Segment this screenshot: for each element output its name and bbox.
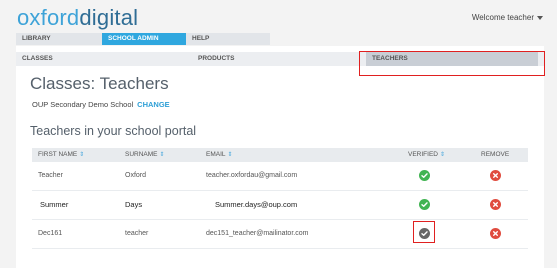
sub-tabs: CLASSES PRODUCTS TEACHERS	[16, 51, 545, 76]
page-title: Classes: Teachers	[30, 74, 169, 93]
cell-first-name: Summer	[40, 200, 69, 209]
table-row: Summer Days Summer.days@oup.com	[32, 191, 528, 220]
logo-part-oxford: oxford	[17, 5, 80, 30]
sort-icon: ⇕	[227, 152, 233, 158]
x-circle-icon[interactable]	[490, 170, 501, 181]
check-circle-icon[interactable]	[419, 228, 430, 239]
cell-surname: Days	[125, 200, 143, 209]
nav-item-school-admin[interactable]: SCHOOL ADMIN	[102, 33, 186, 45]
cell-email: teacher.oxfordau@gmail.com	[206, 172, 298, 179]
header-first-name[interactable]: FIRST NAME ⇕	[38, 148, 84, 162]
header-remove: REMOVE	[481, 151, 510, 158]
content-panel: CLASSES PRODUCTS TEACHERS Classes: Teach…	[16, 46, 545, 268]
welcome-text: Welcome teacher	[471, 13, 534, 22]
school-line: OUP Secondary Demo School CHANGE	[32, 100, 170, 109]
oxford-digital-logo[interactable]: oxforddigital	[17, 3, 138, 33]
table-header: FIRST NAME ⇕ SURNAME ⇕ EMAIL ⇕ VERIFIED ⇕ RE…	[32, 148, 528, 162]
tab-products[interactable]: PRODUCTS	[198, 52, 234, 66]
table-row: Dec161 teacher dec151_teacher@mailinator…	[32, 220, 528, 249]
cell-email: Summer.days@oup.com	[215, 200, 298, 209]
x-circle-icon[interactable]	[490, 199, 501, 210]
main-nav: LIBRARY SCHOOL ADMIN HELP	[16, 33, 270, 45]
cell-email: dec151_teacher@mailinator.com	[206, 230, 309, 237]
header-email[interactable]: EMAIL ⇕	[206, 148, 233, 162]
sort-icon: ⇕	[79, 152, 85, 158]
check-circle-icon	[419, 199, 430, 210]
check-circle-icon	[419, 170, 430, 181]
table-row: Teacher Oxford teacher.oxfordau@gmail.co…	[32, 162, 528, 191]
x-circle-icon[interactable]	[490, 228, 501, 239]
tab-classes[interactable]: CLASSES	[22, 52, 53, 66]
sort-icon: ⇕	[439, 152, 446, 158]
teachers-table: FIRST NAME ⇕ SURNAME ⇕ EMAIL ⇕ VERIFIED ⇕ RE…	[32, 148, 528, 249]
nav-item-library[interactable]: LIBRARY	[16, 33, 102, 45]
cell-first-name: Teacher	[38, 172, 63, 179]
nav-item-help[interactable]: HELP	[186, 33, 270, 45]
user-menu[interactable]: Welcome teacher	[472, 13, 543, 22]
caret-down-icon	[537, 15, 543, 20]
highlight-box-teachers-tab	[359, 51, 545, 76]
cell-first-name: Dec161	[38, 230, 63, 237]
sort-icon: ⇕	[159, 152, 165, 158]
school-name: OUP Secondary Demo School	[32, 100, 134, 109]
section-title: Teachers in your school portal	[30, 124, 197, 138]
logo-part-digital: digital	[79, 5, 139, 30]
cell-surname: Oxford	[125, 172, 147, 179]
change-school-link[interactable]: CHANGE	[137, 100, 170, 109]
header-surname[interactable]: SURNAME ⇕	[125, 148, 165, 162]
cell-surname: teacher	[125, 230, 149, 237]
header-verified[interactable]: VERIFIED ⇕	[408, 148, 445, 162]
